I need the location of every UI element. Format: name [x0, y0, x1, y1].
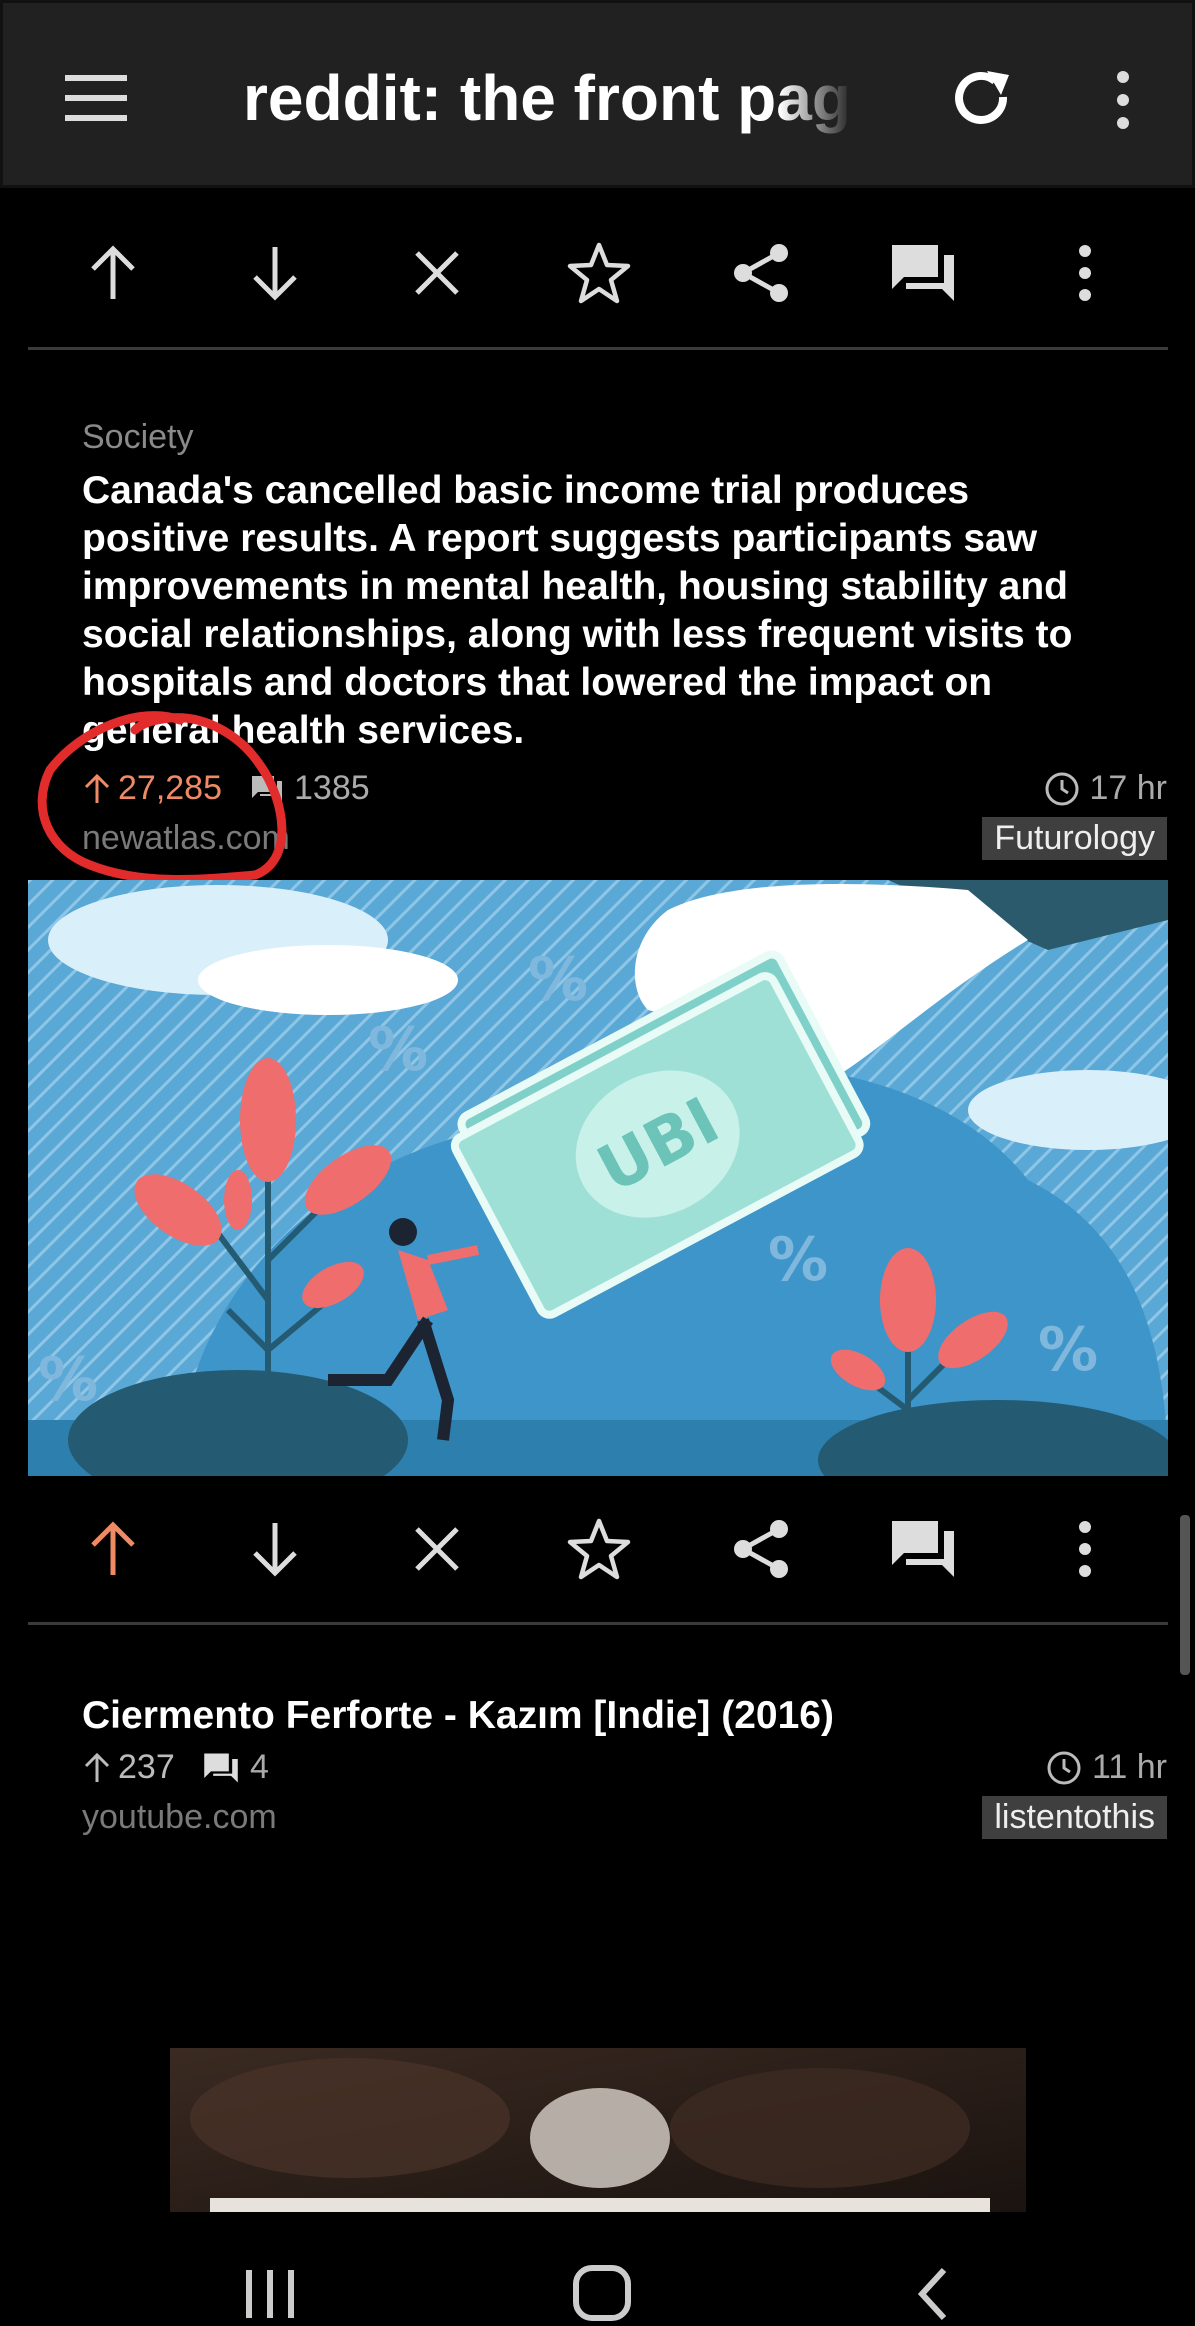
share-icon[interactable] [726, 1514, 796, 1584]
post-age: 11 hr [1046, 1748, 1167, 1787]
refresh-icon[interactable] [951, 67, 1015, 131]
post-action-bar [28, 218, 1168, 318]
svg-text:%: % [528, 945, 588, 1015]
score-value: 237 [118, 1748, 175, 1786]
menu-icon[interactable] [63, 73, 133, 123]
app-title: reddit: the front page [243, 62, 853, 134]
svg-text:%: % [1038, 1315, 1098, 1385]
post-flair: Society [82, 418, 194, 456]
post-card[interactable]: Ciermento Ferforte - Kazım [Indie] (2016… [82, 1692, 1167, 1844]
more-icon[interactable] [1050, 238, 1120, 308]
post-age-value: 11 hr [1092, 1748, 1167, 1786]
post-score: 237 [82, 1748, 175, 1787]
post-source-row: youtube.com listentothis [82, 1796, 1167, 1844]
upvote-icon[interactable] [78, 238, 148, 308]
system-nav-bar [0, 2212, 1195, 2326]
score-arrow-icon [84, 1752, 110, 1782]
annotation-circle [37, 711, 287, 884]
post-comments: 4 [202, 1748, 269, 1787]
svg-text:%: % [38, 1345, 98, 1415]
post-age-value: 17 hr [1089, 769, 1168, 807]
app-bar: reddit: the front page [0, 0, 1195, 188]
post-thumbnail[interactable]: UBI %%% %% [28, 880, 1168, 1476]
hide-icon[interactable] [402, 1514, 472, 1584]
post-action-bar [28, 1494, 1168, 1594]
downvote-icon[interactable] [240, 1514, 310, 1584]
post-title[interactable]: Ciermento Ferforte - Kazım [Indie] (2016… [82, 1692, 1082, 1740]
more-icon[interactable] [1050, 1514, 1120, 1584]
divider [28, 1622, 1168, 1625]
comment-count: 4 [250, 1748, 269, 1786]
post-meta: 237 4 11 hr [82, 1748, 1167, 1796]
post-domain[interactable]: youtube.com [82, 1798, 277, 1837]
svg-text:%: % [368, 1015, 428, 1085]
comments-icon[interactable] [888, 1514, 958, 1584]
clock-icon [1047, 1751, 1081, 1784]
subreddit-badge[interactable]: listentothis [982, 1796, 1167, 1839]
overflow-menu-icon[interactable] [1103, 65, 1143, 135]
comment-count: 1385 [294, 769, 370, 807]
save-star-icon[interactable] [564, 238, 634, 308]
svg-text:%: % [768, 1225, 828, 1295]
hide-icon[interactable] [402, 238, 472, 308]
post-age: 17 hr [1044, 769, 1168, 808]
upvote-icon[interactable] [78, 1514, 148, 1584]
home-icon[interactable] [570, 2262, 634, 2322]
subreddit-badge[interactable]: Futurology [982, 817, 1167, 860]
back-icon[interactable] [910, 2262, 960, 2322]
save-star-icon[interactable] [564, 1514, 634, 1584]
clock-icon [1045, 772, 1078, 805]
comments-icon[interactable] [888, 238, 958, 308]
downvote-icon[interactable] [240, 238, 310, 308]
comment-count-icon [204, 1752, 238, 1783]
video-thumbnail[interactable] [170, 2048, 1026, 2212]
divider [28, 347, 1168, 350]
recent-apps-icon[interactable] [240, 2262, 300, 2322]
share-icon[interactable] [726, 238, 796, 308]
scrollbar-thumb[interactable] [1180, 1515, 1190, 1675]
